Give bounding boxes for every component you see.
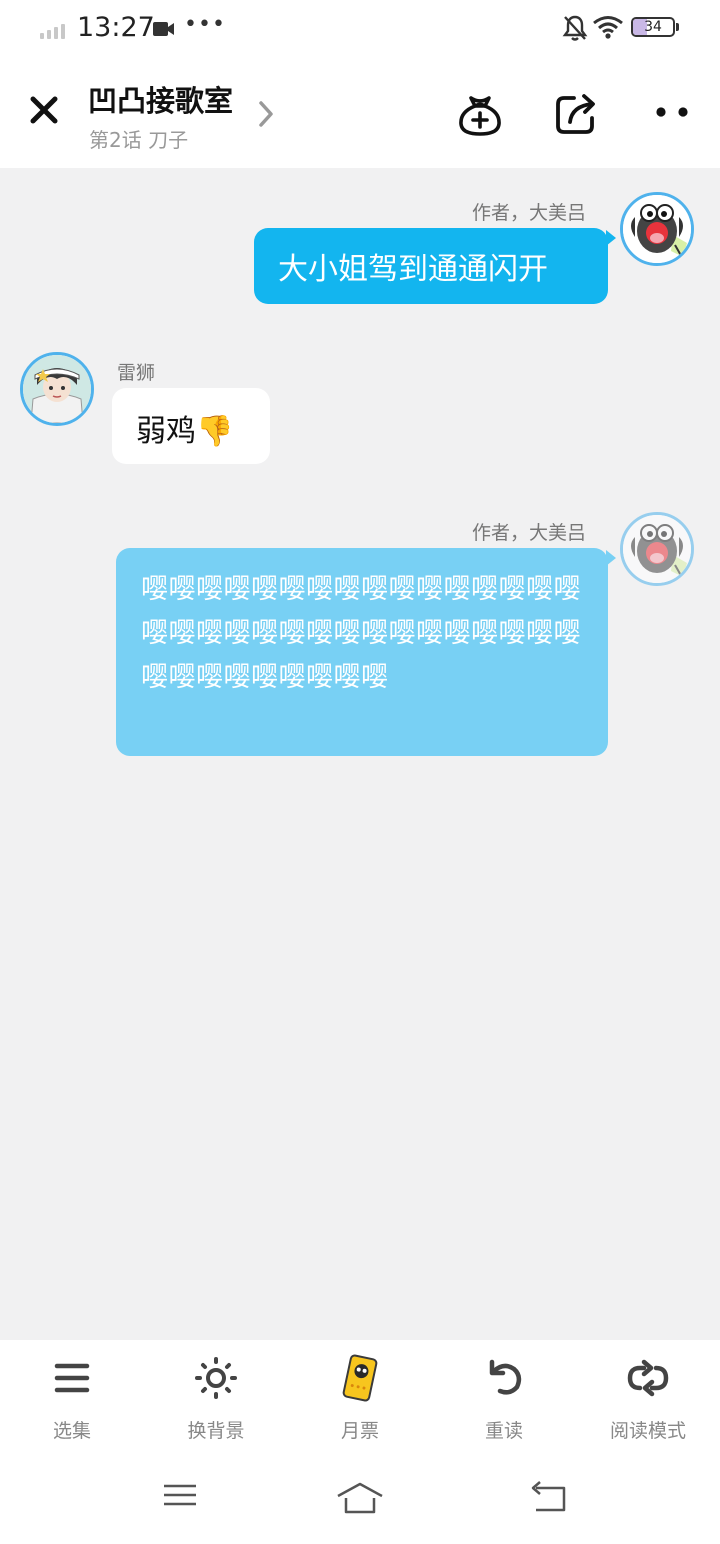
sender-name: 作者，大美吕 [472,522,587,544]
signal-icon [40,24,65,39]
video-camera-icon [153,22,174,36]
share-icon[interactable] [550,88,602,140]
toolbar-item-reread[interactable]: 重读 [439,1354,569,1443]
status-more-icon: ••• [184,12,226,37]
toolbar-label: 阅读模式 [609,1420,686,1442]
toolbar-label: 换背景 [187,1420,245,1442]
character-avatar[interactable] [20,352,94,426]
nav-home-icon[interactable] [334,1480,386,1516]
reread-icon [489,1359,522,1395]
toolbar-item-episodes[interactable]: 选集 [7,1354,137,1443]
toolbar-label: 重读 [484,1420,523,1442]
chat-area[interactable]: 作者，大美吕 大小姐驾到通通闪开 雷狮 弱鸡👎 作者，大美吕 嘤嘤嘤嘤嘤嘤嘤嘤嘤… [0,168,720,1340]
bell-off-icon [562,15,588,41]
episode-subtitle[interactable]: 第2话 刀子 [89,124,188,153]
monthly-ticket-icon [342,1354,378,1402]
toolbar-item-reading-mode[interactable]: 阅读模式 [583,1354,713,1443]
sender-name: 作者，大美吕 [472,202,587,224]
nav-menu-icon[interactable] [160,1480,200,1510]
reading-mode-icon [627,1359,669,1397]
close-icon[interactable] [24,90,64,130]
status-time: 13:27 [77,12,155,43]
message-bubble[interactable]: 弱鸡👎 [112,388,270,464]
battery-percent: 34 [644,19,662,35]
chevron-right-icon[interactable] [256,100,276,128]
toolbar-label: 月票 [340,1420,379,1442]
menu-icon [54,1363,90,1393]
bottom-toolbar: 选集 换背景 月票 重读 阅读模式 [0,1340,720,1544]
more-icon[interactable] [648,88,700,140]
header: 凹凸接歌室 第2话 刀子 [0,60,720,168]
toolbar-label: 选集 [52,1420,91,1442]
message-bubble[interactable]: 大小姐驾到通通闪开 [254,228,608,304]
message-bubble[interactable]: 嘤嘤嘤嘤嘤嘤嘤嘤嘤嘤嘤嘤嘤嘤嘤嘤嘤嘤嘤嘤嘤嘤嘤嘤嘤嘤嘤嘤嘤嘤嘤嘤嘤嘤嘤嘤嘤嘤嘤嘤… [116,548,608,756]
wifi-icon [593,16,623,39]
sender-name: 雷狮 [117,362,156,384]
nav-back-icon[interactable] [528,1480,570,1514]
status-bar: 13:27 ••• 34 [0,0,720,60]
battery-icon: 34 [631,17,675,37]
sun-icon [195,1357,237,1399]
comic-title[interactable]: 凹凸接歌室 [88,78,233,120]
author-avatar[interactable] [620,512,694,586]
toolbar-item-monthly-ticket[interactable]: 月票 [295,1354,425,1443]
toolbar-item-background[interactable]: 换背景 [151,1354,281,1443]
author-avatar[interactable] [620,192,694,266]
gift-bag-icon[interactable] [454,88,506,140]
